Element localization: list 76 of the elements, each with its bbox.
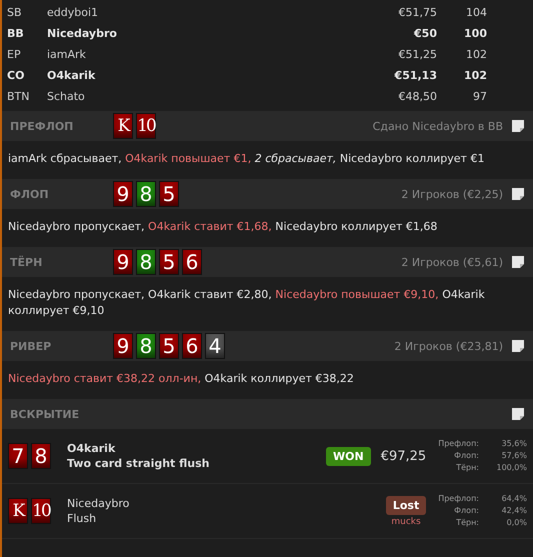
player-name: eddyboi1 bbox=[47, 6, 100, 19]
street-info: 2 Игроков (€2,25) bbox=[401, 188, 503, 200]
playing-card: 9 bbox=[113, 249, 133, 275]
playing-card: 8 bbox=[136, 333, 156, 359]
position-label: BTN bbox=[7, 90, 30, 103]
big-blinds: 102 bbox=[465, 48, 487, 61]
playing-card: 10 bbox=[31, 498, 51, 524]
playing-card: 9 bbox=[113, 181, 133, 207]
equity-value: 35,6% bbox=[500, 438, 527, 450]
action-log: Nicedaybro пропускает, O4karik ставит €2,80, Nicedaybro повышает €9,10, O4karik коллирует €9,10 bbox=[7, 287, 486, 319]
playing-card: K bbox=[113, 113, 133, 139]
won-amount: €97,25 bbox=[380, 448, 426, 464]
player-name: O4karik bbox=[67, 441, 116, 456]
hand-description: Two card straight flush bbox=[67, 456, 210, 471]
equity-value: 0,0% bbox=[506, 517, 527, 529]
playing-card: 5 bbox=[159, 333, 179, 359]
position-label: CO bbox=[7, 69, 26, 82]
equity-label: Тёрн: bbox=[455, 462, 479, 474]
equity-value: 42,4% bbox=[500, 505, 527, 517]
result-badge: Lost bbox=[386, 496, 426, 514]
street-info: 2 Игроков (€5,61) bbox=[401, 256, 503, 268]
equity-value: 64,4% bbox=[500, 493, 527, 505]
position-label: BB bbox=[7, 27, 25, 40]
position-label: SB bbox=[7, 6, 23, 19]
player-name: Nicedaybro bbox=[47, 27, 118, 40]
street-label: ВСКРЫТИЕ bbox=[10, 408, 80, 420]
hand-description: Flush bbox=[67, 511, 98, 526]
stack-amount: €51,75 bbox=[398, 6, 437, 19]
result-badge: WON bbox=[326, 446, 371, 466]
playing-card: 8 bbox=[136, 249, 156, 275]
playing-card: 5 bbox=[159, 181, 179, 207]
note-icon[interactable] bbox=[511, 407, 525, 421]
player-name: O4karik bbox=[47, 69, 96, 82]
equity-value: 100,0% bbox=[495, 462, 527, 474]
street-info: 2 Игроков (€23,81) bbox=[394, 340, 503, 352]
equity-value: 57,6% bbox=[500, 450, 527, 462]
player-name: Nicedaybro bbox=[67, 496, 130, 511]
action-log: Nicedaybro ставит €38,22 олл-ин, O4karik коллирует €38,22 bbox=[7, 371, 355, 387]
action-log: iamArk сбрасывает, O4karik повышает €1, 2 сбрасывает, Nicedaybro коллирует €1 bbox=[7, 151, 486, 167]
playing-card: K bbox=[8, 498, 28, 524]
action-log: Nicedaybro пропускает, O4karik ставит €1,68, Nicedaybro коллирует €1,68 bbox=[7, 219, 438, 235]
stack-amount: €51,25 bbox=[398, 48, 437, 61]
equity-label: Флоп: bbox=[453, 450, 479, 462]
note-icon[interactable] bbox=[511, 255, 525, 269]
playing-card: 10 bbox=[136, 113, 156, 139]
player-name: iamArk bbox=[47, 48, 87, 61]
position-label: EP bbox=[7, 48, 22, 61]
stack-amount: €48,50 bbox=[398, 90, 437, 103]
equity-label: Тёрн: bbox=[455, 517, 479, 529]
playing-card: 9 bbox=[113, 333, 133, 359]
stack-amount: €50 bbox=[412, 27, 437, 40]
playing-card: 8 bbox=[31, 443, 51, 469]
street-label: ТЁРН bbox=[10, 256, 44, 268]
playing-card: 7 bbox=[8, 443, 28, 469]
big-blinds: 102 bbox=[463, 69, 487, 82]
equity-label: Флоп: bbox=[453, 505, 479, 517]
street-info: Сдано Nicedaybro в BB bbox=[372, 120, 503, 132]
equity-label: Префлоп: bbox=[438, 493, 479, 505]
street-label: РИВЕР bbox=[10, 340, 52, 352]
big-blinds: 100 bbox=[463, 27, 487, 40]
muck-label: mucks bbox=[391, 516, 421, 526]
playing-card: 6 bbox=[182, 249, 202, 275]
note-icon[interactable] bbox=[511, 187, 525, 201]
player-name: Schato bbox=[47, 90, 86, 103]
note-icon[interactable] bbox=[511, 339, 525, 353]
playing-card: 6 bbox=[182, 333, 202, 359]
equity-label: Префлоп: bbox=[438, 438, 479, 450]
playing-card: 8 bbox=[136, 181, 156, 207]
street-label: ПРЕФЛОП bbox=[10, 120, 74, 132]
big-blinds: 97 bbox=[472, 90, 487, 103]
note-icon[interactable] bbox=[511, 119, 525, 133]
big-blinds: 104 bbox=[465, 6, 487, 19]
playing-card: 4 bbox=[205, 333, 225, 359]
playing-card: 5 bbox=[159, 249, 179, 275]
stack-amount: €51,13 bbox=[393, 69, 437, 82]
street-label: ФЛОП bbox=[10, 188, 50, 200]
